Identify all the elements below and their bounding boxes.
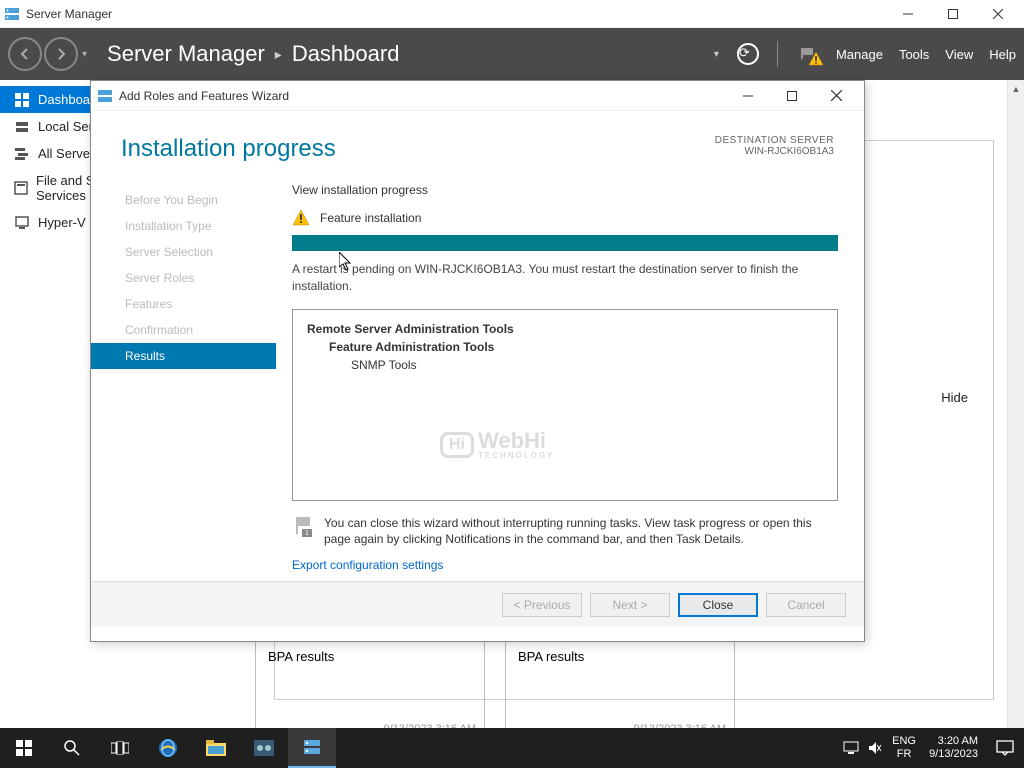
step-before: Before You Begin	[121, 187, 276, 213]
step-features: Features	[121, 291, 276, 317]
warning-badge-icon	[808, 51, 824, 67]
dialog-footer: < Previous Next > Close Cancel	[91, 581, 864, 627]
tree-l2: Feature Administration Tools	[329, 338, 823, 356]
menu-tools[interactable]: Tools	[899, 47, 929, 62]
view-progress-label: View installation progress	[292, 183, 838, 197]
nav-label: Hyper-V	[38, 215, 86, 230]
restart-message: A restart is pending on WIN-RJCKI6OB1A3.…	[292, 261, 838, 295]
maximize-button[interactable]	[930, 0, 975, 28]
wizard-steps: Before You Begin Installation Type Serve…	[91, 173, 276, 581]
app-button-1[interactable]	[240, 728, 288, 768]
minimize-button[interactable]	[885, 0, 930, 28]
menu-help[interactable]: Help	[989, 47, 1016, 62]
tray-sound-icon[interactable]	[863, 741, 887, 755]
breadcrumb: Server Manager ▸ Dashboard	[107, 41, 399, 67]
action-center-button[interactable]	[986, 740, 1024, 756]
bpa-title: BPA results	[518, 649, 584, 664]
info-flag-icon: 1	[292, 515, 314, 537]
window-titlebar: Server Manager	[0, 0, 1024, 28]
wizard-dialog: Add Roles and Features Wizard Installati…	[90, 80, 865, 642]
start-button[interactable]	[0, 728, 48, 768]
menu-manage[interactable]: Manage	[836, 47, 883, 62]
progress-bar	[292, 235, 838, 251]
wizard-content: View installation progress Feature insta…	[276, 173, 864, 581]
info-text: You can close this wizard without interr…	[324, 515, 838, 549]
previous-button: < Previous	[502, 593, 582, 617]
hyperv-icon	[14, 216, 30, 230]
search-button[interactable]	[48, 728, 96, 768]
watermark: Hi WebHi TECHNOLOGY	[440, 430, 554, 460]
step-confirmation: Confirmation	[121, 317, 276, 343]
close-wizard-button[interactable]: Close	[678, 593, 758, 617]
taskbar: ENG FR 3:20 AM 9/13/2023	[0, 728, 1024, 768]
step-type: Installation Type	[121, 213, 276, 239]
system-tray: ENG FR 3:20 AM 9/13/2023	[839, 728, 1024, 768]
dest-server: WIN-RJCKI6OB1A3	[715, 146, 834, 157]
tree-l3: SNMP Tools	[351, 356, 823, 374]
menu-view[interactable]: View	[945, 47, 973, 62]
dialog-close-button[interactable]	[814, 81, 858, 111]
ie-button[interactable]	[144, 728, 192, 768]
bpa-panel-2: BPA results 9/13/2023 3:16 AM	[505, 640, 735, 740]
main-content: Dashboard Local Server All Servers File …	[0, 80, 1024, 728]
task-view-button[interactable]	[96, 728, 144, 768]
results-tree: Remote Server Administration Tools Featu…	[292, 309, 838, 501]
notifications-button[interactable]	[794, 45, 820, 63]
dialog-title: Add Roles and Features Wizard	[119, 89, 289, 103]
window-title: Server Manager	[26, 7, 112, 21]
nav-back-button[interactable]	[8, 37, 42, 71]
language-indicator[interactable]: ENG FR	[887, 735, 921, 761]
svg-text:1: 1	[305, 530, 309, 537]
vertical-scrollbar[interactable]: ▲	[1007, 80, 1024, 728]
nav-forward-button[interactable]	[44, 37, 78, 71]
hide-link[interactable]: Hide	[941, 390, 968, 405]
storage-icon	[14, 181, 28, 195]
breadcrumb-page[interactable]: Dashboard	[292, 41, 400, 67]
clock[interactable]: 3:20 AM 9/13/2023	[921, 735, 986, 761]
dialog-maximize-button[interactable]	[770, 81, 814, 111]
servers-icon	[14, 147, 30, 161]
server-icon	[14, 120, 30, 134]
breadcrumb-root[interactable]: Server Manager	[107, 41, 265, 67]
next-button: Next >	[590, 593, 670, 617]
step-selection: Server Selection	[121, 239, 276, 265]
step-results[interactable]: Results	[91, 343, 276, 369]
close-button[interactable]	[975, 0, 1020, 28]
header-bar: ▾ Server Manager ▸ Dashboard ▾ ⟳ Manage …	[0, 28, 1024, 80]
separator	[777, 41, 778, 67]
breadcrumb-separator-icon: ▸	[275, 46, 282, 63]
bpa-title: BPA results	[268, 649, 334, 664]
tree-l1: Remote Server Administration Tools	[307, 320, 823, 338]
refresh-button[interactable]: ⟳	[735, 41, 761, 67]
tray-network-icon[interactable]	[839, 741, 863, 755]
breadcrumb-dropdown-icon[interactable]: ▾	[714, 49, 719, 60]
explorer-button[interactable]	[192, 728, 240, 768]
dashboard-icon	[14, 93, 30, 107]
export-link[interactable]: Export configuration settings	[292, 558, 443, 572]
scroll-up-icon[interactable]: ▲	[1008, 80, 1024, 97]
step-roles: Server Roles	[121, 265, 276, 291]
dialog-titlebar: Add Roles and Features Wizard	[91, 81, 864, 111]
server-manager-taskbar-button[interactable]	[288, 728, 336, 768]
wizard-heading: Installation progress	[121, 135, 336, 163]
wizard-icon	[97, 88, 113, 104]
dest-label: DESTINATION SERVER	[715, 135, 834, 146]
bpa-panel-1: BPA results 9/13/2023 3:16 AM	[255, 640, 485, 740]
cancel-button: Cancel	[766, 593, 846, 617]
dialog-minimize-button[interactable]	[726, 81, 770, 111]
warning-icon	[292, 209, 310, 227]
server-manager-icon	[4, 6, 20, 22]
feature-install-label: Feature installation	[320, 211, 421, 225]
nav-dropdown-icon[interactable]: ▾	[82, 49, 87, 60]
